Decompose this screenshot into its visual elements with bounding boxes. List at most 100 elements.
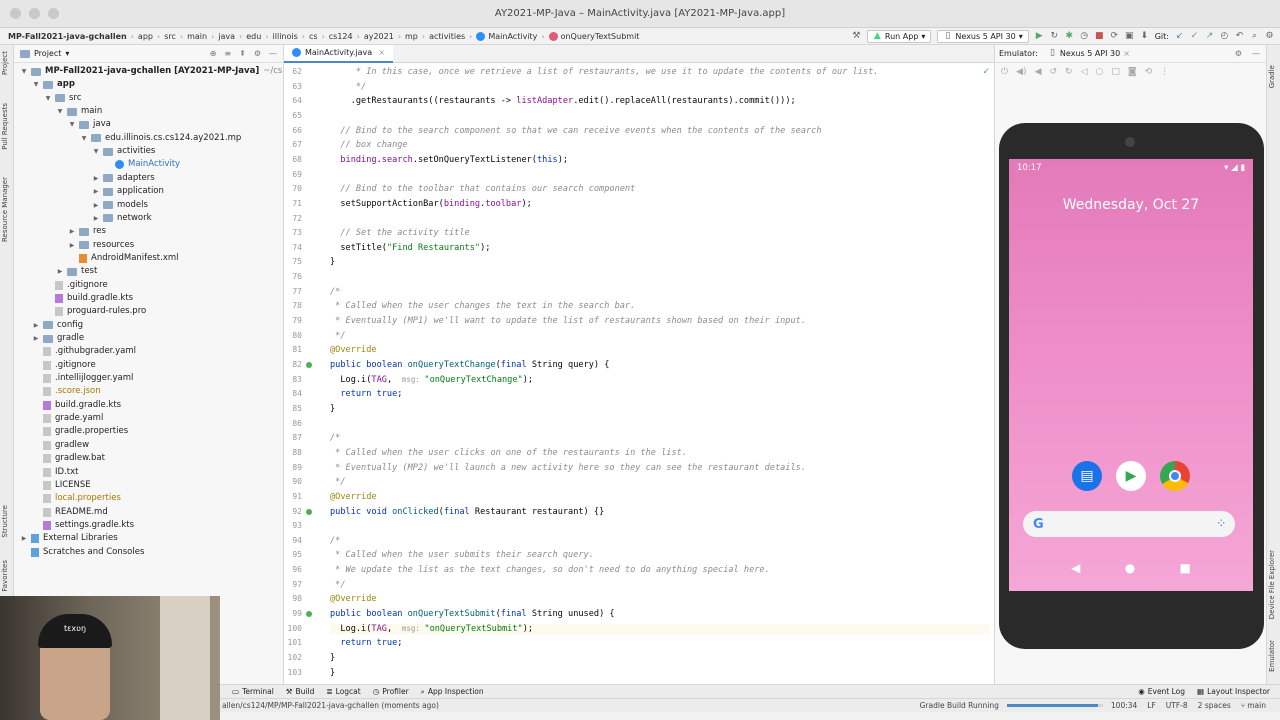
line-separator[interactable]: LF xyxy=(1147,701,1156,710)
chevron-right-icon[interactable]: ▶ xyxy=(68,225,76,238)
camera-icon[interactable]: ◙ xyxy=(1128,67,1137,77)
back-icon[interactable]: ◁ xyxy=(1081,67,1088,77)
app-inspection-tool-button[interactable]: ⌕ App Inspection xyxy=(421,687,484,697)
overview-icon[interactable]: □ xyxy=(1111,67,1120,77)
breadcrumb-item[interactable]: mp xyxy=(405,32,418,41)
home-nav-icon[interactable]: ● xyxy=(1125,561,1135,575)
breadcrumb-item[interactable]: MP-Fall2021-java-gchallen xyxy=(8,32,127,41)
breadcrumb-item[interactable]: java xyxy=(218,32,235,41)
chevron-down-icon[interactable]: ▾ xyxy=(65,49,69,58)
pull-requests-tool-tab[interactable]: Pull Requests xyxy=(1,103,9,150)
tree-item[interactable]: ▶ application xyxy=(92,185,164,198)
play-store-icon[interactable]: ▶ xyxy=(1116,461,1146,491)
override-marker-icon[interactable] xyxy=(306,611,312,618)
tree-item[interactable]: .gitignore xyxy=(44,279,108,292)
tree-item[interactable]: ▼ src xyxy=(44,92,82,105)
gradle-tool-tab[interactable]: Gradle xyxy=(1268,65,1276,88)
chevron-right-icon[interactable]: ▶ xyxy=(92,172,100,185)
git-update-icon[interactable]: ↙ xyxy=(1175,32,1184,41)
tree-item[interactable]: gradlew xyxy=(32,439,89,452)
tree-item[interactable]: .githubgrader.yaml xyxy=(32,345,136,358)
terminal-tool-button[interactable]: ▭ Terminal xyxy=(232,687,274,696)
breadcrumb-item[interactable]: illinois xyxy=(273,32,298,41)
chevron-right-icon[interactable]: ▶ xyxy=(32,319,40,332)
build-tool-button[interactable]: ⚒ Build xyxy=(286,687,315,696)
override-marker-icon[interactable] xyxy=(306,508,312,515)
assistant-icon[interactable]: ⁘ xyxy=(1217,519,1225,529)
chevron-right-icon[interactable]: ▶ xyxy=(32,332,40,345)
code-area[interactable]: * In this case, once we retrieve a list … xyxy=(330,63,990,686)
layout-inspector-tool-button[interactable]: ▦ Layout Inspector xyxy=(1197,687,1270,696)
home-icon[interactable]: ○ xyxy=(1096,67,1104,77)
history-icon[interactable]: ◴ xyxy=(1220,32,1229,41)
collapse-all-icon[interactable]: ⇞ xyxy=(239,49,246,58)
tree-item[interactable]: ▼ app xyxy=(32,78,75,91)
breadcrumb-item[interactable]: cs xyxy=(309,32,318,41)
chevron-down-icon[interactable]: ▼ xyxy=(56,105,64,118)
tree-item[interactable]: ▼ main xyxy=(56,105,103,118)
tree-item[interactable]: ▶ gradle xyxy=(32,332,84,345)
indent-setting[interactable]: 2 spaces xyxy=(1198,701,1231,710)
tree-item[interactable]: build.gradle.kts xyxy=(44,292,133,305)
hide-icon[interactable]: — xyxy=(1252,49,1260,58)
target-icon[interactable]: ⊕ xyxy=(210,49,217,58)
search-everywhere-icon[interactable]: ⌕ xyxy=(1250,32,1259,41)
chevron-right-icon[interactable]: ▶ xyxy=(92,199,100,212)
tab-emulator-device[interactable]: ▯ Nexus 5 API 30 × xyxy=(1048,49,1130,59)
background-task-label[interactable]: Gradle Build Running xyxy=(920,701,999,710)
google-search-bar[interactable]: G ⁘ xyxy=(1023,511,1235,537)
breadcrumb-item[interactable]: onQueryTextSubmit xyxy=(548,31,639,41)
status-message[interactable]: allen/cs124/MP/MP-Fall2021-java-gchallen… xyxy=(222,701,439,710)
sync-icon[interactable]: ⟳ xyxy=(1110,32,1119,41)
tree-item[interactable]: settings.gradle.kts xyxy=(32,519,134,532)
tree-item[interactable]: .score.json xyxy=(32,385,101,398)
breadcrumb-item[interactable]: cs124 xyxy=(329,32,353,41)
back-nav-icon[interactable]: ◀ xyxy=(1071,561,1080,575)
close-icon[interactable]: × xyxy=(1123,49,1130,58)
breadcrumb-item[interactable]: src xyxy=(164,32,176,41)
close-icon[interactable]: × xyxy=(378,45,385,62)
settings-icon[interactable]: ⚙ xyxy=(1265,32,1274,41)
breadcrumb-item[interactable]: edu xyxy=(246,32,261,41)
tree-item[interactable]: README.md xyxy=(32,506,108,519)
favorites-tool-tab[interactable]: Favorites xyxy=(1,560,9,592)
tree-item[interactable]: LICENSE xyxy=(32,479,91,492)
chevron-down-icon[interactable]: ▼ xyxy=(32,78,40,91)
breadcrumb-item[interactable]: MainActivity xyxy=(476,31,537,41)
tree-item[interactable]: ▼ java xyxy=(68,118,111,131)
override-marker-icon[interactable] xyxy=(306,362,312,368)
file-encoding[interactable]: UTF-8 xyxy=(1166,701,1188,710)
gear-icon[interactable]: ⚙ xyxy=(1235,49,1242,58)
breadcrumb-item[interactable]: activities xyxy=(429,32,465,41)
more-icon[interactable]: ⋮ xyxy=(1160,67,1169,77)
tree-item[interactable]: ▶ res xyxy=(68,225,106,238)
git-push-icon[interactable]: ↗ xyxy=(1205,32,1214,41)
breadcrumb-item[interactable]: ay2021 xyxy=(364,32,394,41)
gear-icon[interactable]: ⚙ xyxy=(254,49,261,58)
inspection-ok-icon[interactable]: ✓ xyxy=(982,67,990,77)
git-branch[interactable]: ⑂ main xyxy=(1241,701,1266,710)
avd-manager-icon[interactable]: ▣ xyxy=(1125,32,1134,41)
tree-item[interactable]: proguard-rules.pro xyxy=(44,305,146,318)
tree-item[interactable]: .intellijlogger.yaml xyxy=(32,372,133,385)
tree-item[interactable]: ▶ config xyxy=(32,319,83,332)
chevron-down-icon[interactable]: ▼ xyxy=(92,145,100,158)
tree-item[interactable]: ▼ MP-Fall2021-java-gchallen [AY2021-MP-Ja… xyxy=(20,65,283,78)
tree-item[interactable]: ID.txt xyxy=(32,466,78,479)
chrome-icon[interactable] xyxy=(1160,461,1190,491)
tree-item[interactable]: ▼ edu.illinois.cs.cs124.ay2021.mp xyxy=(80,132,242,145)
tree-item[interactable]: gradlew.bat xyxy=(32,452,105,465)
run-config-select[interactable]: ▲ Run App ▾ xyxy=(866,30,932,43)
rotate-right-icon[interactable]: ↻ xyxy=(1065,67,1073,77)
phone-screen[interactable]: 10:17 ▾ ◢ ▮ Wednesday, Oct 27 ▤ ▶ G ⁘ ◀ … xyxy=(1009,159,1253,591)
phone-date[interactable]: Wednesday, Oct 27 xyxy=(1009,197,1253,213)
tree-item[interactable]: ▼ activities xyxy=(92,145,156,158)
git-commit-icon[interactable]: ✓ xyxy=(1190,32,1199,41)
expand-all-icon[interactable]: ≡ xyxy=(224,49,231,58)
device-select[interactable]: ▯ Nexus 5 API 30 ▾ xyxy=(937,30,1029,43)
messages-app-icon[interactable]: ▤ xyxy=(1072,461,1102,491)
hide-icon[interactable]: — xyxy=(269,49,277,58)
resource-manager-tool-tab[interactable]: Resource Manager xyxy=(1,177,9,242)
breadcrumb-item[interactable]: main xyxy=(187,32,207,41)
profiler-tool-button[interactable]: ◷ Profiler xyxy=(373,687,409,696)
